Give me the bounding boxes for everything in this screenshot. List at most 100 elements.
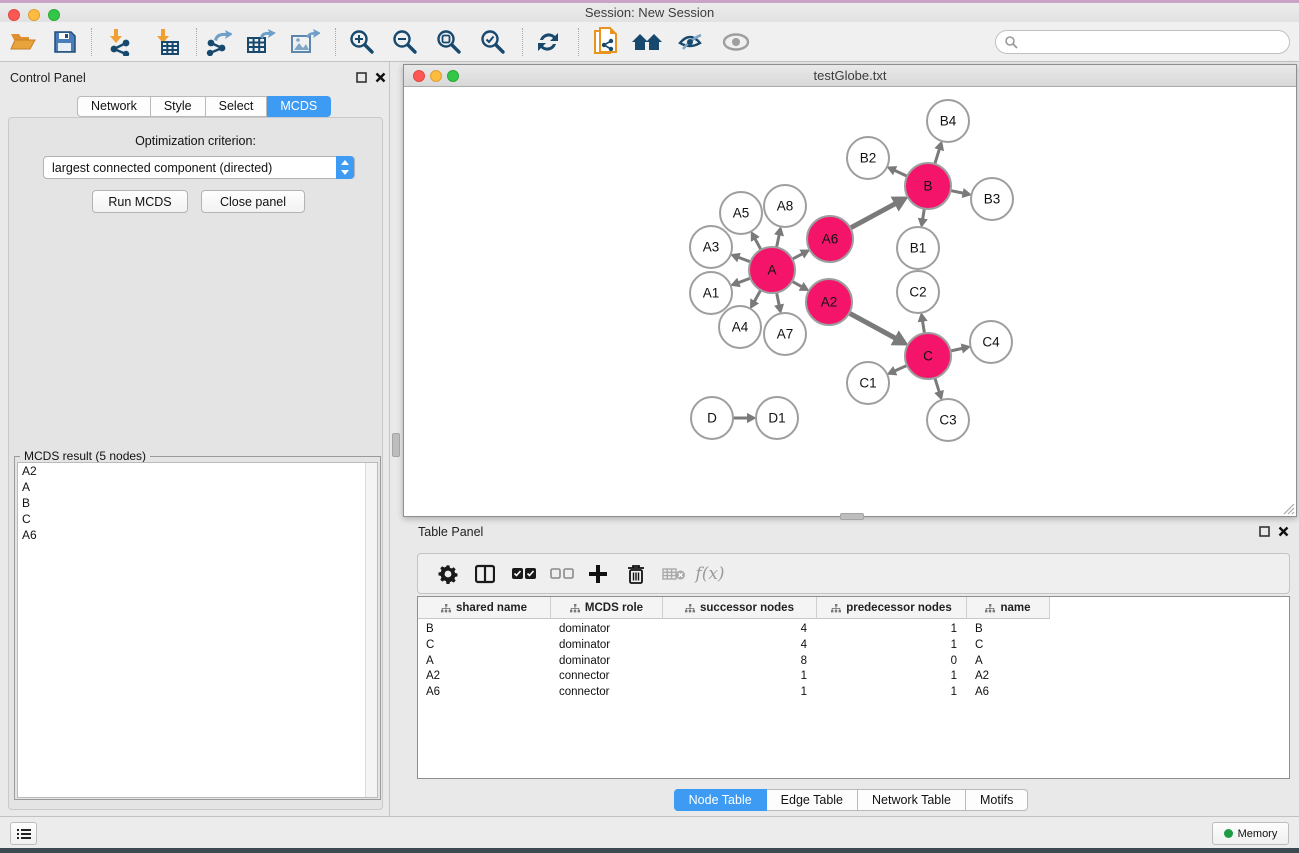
node-table[interactable]: shared nameMCDS rolesuccessor nodesprede… xyxy=(417,596,1290,779)
edge-A-A3[interactable] xyxy=(736,257,750,262)
gear-icon[interactable] xyxy=(432,559,464,589)
network-canvas[interactable]: B4B2BB3A8A5A6A3B1AA1C2A2A4A7C4CC1C3DD1 xyxy=(404,87,1296,516)
hide-graphics-icon[interactable] xyxy=(674,26,708,58)
node-label-A2: A2 xyxy=(821,295,838,310)
save-session-icon[interactable] xyxy=(48,26,82,58)
zoom-selected-icon[interactable] xyxy=(476,26,510,58)
edge-B-B1[interactable] xyxy=(922,209,924,222)
memory-button[interactable]: Memory xyxy=(1212,822,1289,845)
column-header-predecessor-nodes[interactable]: predecessor nodes xyxy=(817,597,967,619)
result-item[interactable]: A6 xyxy=(18,527,377,543)
run-mcds-button[interactable]: Run MCDS xyxy=(92,190,188,213)
table-toolbar: f(x) xyxy=(417,553,1290,594)
edge-C-C3[interactable] xyxy=(935,378,940,394)
mcds-result-list[interactable]: A2ABCA6 xyxy=(17,462,378,798)
add-column-icon[interactable] xyxy=(582,559,614,589)
destroy-table-icon[interactable] xyxy=(658,559,690,589)
application-window: Session: New Session xyxy=(0,0,1299,853)
delete-column-icon[interactable] xyxy=(620,559,652,589)
search-input[interactable] xyxy=(1018,35,1268,49)
tab-motifs[interactable]: Motifs xyxy=(966,789,1028,811)
result-item[interactable]: A xyxy=(18,479,377,495)
edge-A-A2[interactable] xyxy=(792,281,804,288)
node-label-B3: B3 xyxy=(984,192,1001,207)
open-session-icon[interactable] xyxy=(6,26,40,58)
maximize-window-button[interactable] xyxy=(48,9,60,21)
edge-C-C4[interactable] xyxy=(950,348,964,351)
import-table-icon[interactable] xyxy=(150,26,184,58)
close-table-panel-icon[interactable] xyxy=(1277,525,1290,538)
edge-A-A5[interactable] xyxy=(754,237,761,250)
cell-successor-nodes: 8 xyxy=(663,653,817,669)
edge-A-A6[interactable] xyxy=(792,253,804,259)
close-panel-button[interactable]: Close panel xyxy=(201,190,305,213)
edge-B-B3[interactable] xyxy=(951,191,966,194)
horizontal-scrollbar-thumb[interactable] xyxy=(840,513,864,520)
import-network-icon[interactable] xyxy=(103,26,137,58)
home-icon[interactable] xyxy=(630,26,664,58)
float-table-panel-icon[interactable] xyxy=(1258,525,1271,538)
export-image-icon[interactable] xyxy=(288,26,322,58)
zoom-fit-icon[interactable] xyxy=(432,26,466,58)
edge-A-A8[interactable] xyxy=(777,232,780,247)
network-minimize-button[interactable] xyxy=(430,70,442,82)
edge-A-A7[interactable] xyxy=(777,293,780,308)
column-header-shared-name[interactable]: shared name xyxy=(418,597,551,619)
network-document-icon[interactable] xyxy=(590,26,624,58)
criterion-select[interactable]: largest connected component (directed) xyxy=(43,156,355,179)
edge-B-B4[interactable] xyxy=(935,147,940,164)
result-list-scrollbar[interactable] xyxy=(365,463,377,797)
tab-network-table[interactable]: Network Table xyxy=(858,789,966,811)
result-item[interactable]: A2 xyxy=(18,463,377,479)
main-toolbar xyxy=(0,22,1299,62)
zoom-out-icon[interactable] xyxy=(388,26,422,58)
show-task-history-button[interactable] xyxy=(10,822,37,845)
table-row[interactable]: Adominator80A xyxy=(418,653,1050,669)
table-row[interactable]: A2connector11A2 xyxy=(418,668,1050,684)
window-resize-grip[interactable] xyxy=(1281,501,1295,515)
tab-select[interactable]: Select xyxy=(206,96,268,117)
function-builder-icon[interactable]: f(x) xyxy=(694,559,726,589)
result-item[interactable]: C xyxy=(18,511,377,527)
network-maximize-button[interactable] xyxy=(447,70,459,82)
eye-icon[interactable] xyxy=(719,26,753,58)
column-header-successor-nodes[interactable]: successor nodes xyxy=(663,597,817,619)
table-row[interactable]: A6connector11A6 xyxy=(418,684,1050,700)
select-all-icon[interactable] xyxy=(508,559,540,589)
export-table-icon[interactable] xyxy=(244,26,278,58)
edge-C-C1[interactable] xyxy=(893,365,907,371)
tab-mcds[interactable]: MCDS xyxy=(267,96,331,117)
search-field[interactable] xyxy=(995,30,1290,54)
tab-node-table[interactable]: Node Table xyxy=(674,789,767,811)
refresh-icon[interactable] xyxy=(531,26,565,58)
network-window-titlebar[interactable]: testGlobe.txt xyxy=(404,65,1296,87)
edge-A-A4[interactable] xyxy=(753,290,761,303)
minimize-window-button[interactable] xyxy=(28,9,40,21)
edge-B-B2[interactable] xyxy=(892,169,907,176)
table-row[interactable]: Bdominator41B xyxy=(418,621,1050,637)
tab-network[interactable]: Network xyxy=(77,96,151,117)
close-panel-icon[interactable] xyxy=(374,71,387,84)
tab-style[interactable]: Style xyxy=(151,96,206,117)
float-panel-icon[interactable] xyxy=(355,71,368,84)
vertical-scrollbar-thumb[interactable] xyxy=(392,433,400,457)
tab-edge-table[interactable]: Edge Table xyxy=(767,789,858,811)
edge-A6-B[interactable] xyxy=(850,202,899,228)
export-network-icon[interactable] xyxy=(201,26,235,58)
unselect-all-icon[interactable] xyxy=(546,559,578,589)
close-window-button[interactable] xyxy=(8,9,20,21)
cell-name: C xyxy=(967,637,1050,653)
network-close-button[interactable] xyxy=(413,70,425,82)
zoom-in-icon[interactable] xyxy=(345,26,379,58)
column-view-icon[interactable] xyxy=(469,559,501,589)
column-header-MCDS-role[interactable]: MCDS role xyxy=(551,597,663,619)
node-label-A3: A3 xyxy=(703,240,720,255)
edge-C-C2[interactable] xyxy=(922,319,924,334)
node-label-D: D xyxy=(707,411,717,426)
network-graph[interactable]: B4B2BB3A8A5A6A3B1AA1C2A2A4A7C4CC1C3DD1 xyxy=(404,87,1296,516)
table-row[interactable]: Cdominator41C xyxy=(418,637,1050,653)
column-header-name[interactable]: name xyxy=(967,597,1050,619)
edge-A2-C[interactable] xyxy=(849,313,899,340)
result-item[interactable]: B xyxy=(18,495,377,511)
edge-A-A1[interactable] xyxy=(736,278,750,283)
